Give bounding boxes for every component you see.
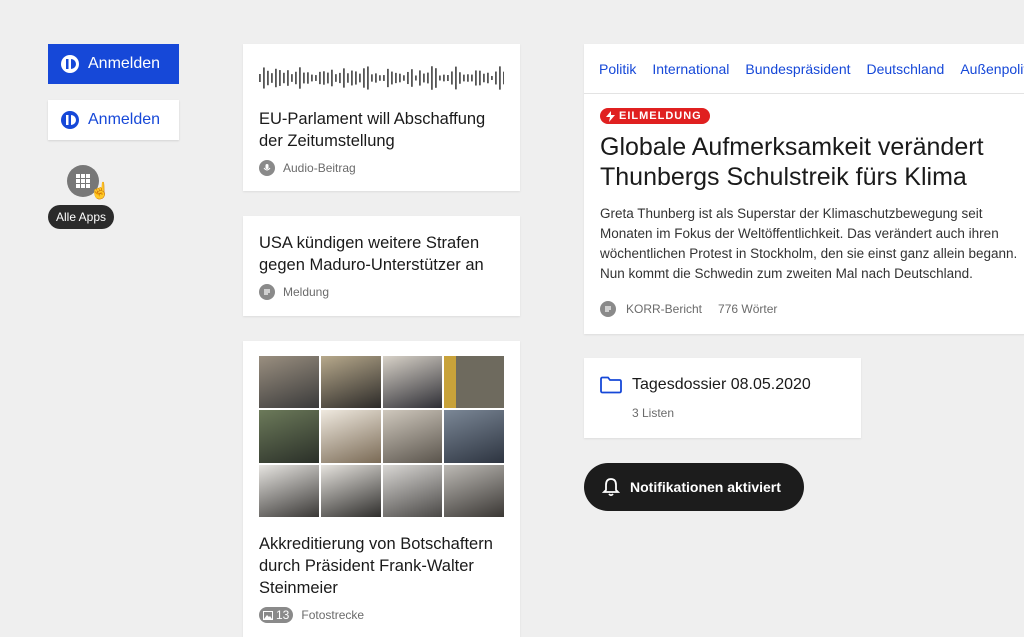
photo-count: 13 bbox=[276, 608, 290, 622]
topic-nav: Politik International Bundespräsident De… bbox=[584, 44, 1024, 94]
folder-icon bbox=[600, 376, 622, 394]
hand-cursor-icon: ☝ bbox=[90, 183, 110, 200]
grid-icon bbox=[76, 174, 90, 188]
microphone-icon bbox=[259, 160, 275, 176]
nav-item-international[interactable]: International bbox=[652, 61, 729, 77]
dossier-list-count: 3 Listen bbox=[632, 406, 675, 420]
photo-gallery-card[interactable]: Akkreditierung von Botschaftern durch Pr… bbox=[243, 341, 520, 637]
audio-waveform bbox=[259, 66, 504, 90]
breaking-news-badge: EILMELDUNG bbox=[600, 108, 710, 124]
photo-card-meta: 13 Fotostrecke bbox=[259, 607, 364, 623]
login-button-outline[interactable]: Anmelden bbox=[48, 100, 179, 140]
document-icon bbox=[259, 284, 275, 300]
login-label: Anmelden bbox=[88, 111, 161, 128]
login-label: Anmelden bbox=[88, 55, 161, 72]
dossier-title: Tagesdossier 08.05.2020 bbox=[632, 376, 811, 393]
dpa-logo-icon bbox=[61, 111, 79, 129]
usa-card[interactable]: USA kündigen weitere Strafen gegen Madur… bbox=[243, 216, 520, 316]
usa-card-title: USA kündigen weitere Strafen gegen Madur… bbox=[259, 234, 484, 274]
main-article-type: KORR-Bericht bbox=[626, 302, 703, 316]
nav-item-politik[interactable]: Politik bbox=[599, 61, 636, 77]
image-icon bbox=[263, 610, 273, 620]
audio-card[interactable]: EU-Parlament will Abschaffung der Zeitum… bbox=[243, 44, 520, 191]
main-article-title: Globale Aufmerksamkeit verändert Thunber… bbox=[600, 133, 984, 191]
audio-card-meta: Audio-Beitrag bbox=[259, 160, 356, 176]
nav-item-deutschland[interactable]: Deutschland bbox=[867, 61, 945, 77]
login-button-filled[interactable]: Anmelden bbox=[48, 44, 179, 84]
photo-collage bbox=[259, 356, 504, 517]
toast-label: Notifikationen aktiviert bbox=[630, 479, 781, 495]
photo-card-title: Akkreditierung von Botschaftern durch Pr… bbox=[259, 535, 493, 597]
audio-card-type: Audio-Beitrag bbox=[283, 161, 356, 175]
dossier-card[interactable]: Tagesdossier 08.05.2020 3 Listen bbox=[584, 358, 861, 438]
document-icon bbox=[600, 301, 616, 317]
main-article-wordcount: 776 Wörter bbox=[718, 302, 778, 316]
nav-item-bundespraesident[interactable]: Bundespräsident bbox=[745, 61, 850, 77]
dpa-logo-icon bbox=[61, 55, 79, 73]
apps-tooltip: Alle Apps bbox=[48, 205, 115, 229]
main-article-teaser: Greta Thunberg ist als Superstar der Kli… bbox=[600, 206, 1018, 281]
usa-card-type: Meldung bbox=[283, 285, 330, 299]
lightning-icon bbox=[606, 110, 615, 122]
photo-card-type: Fotostrecke bbox=[301, 608, 365, 622]
nav-item-aussenpolitik[interactable]: Außenpolitik bbox=[960, 61, 1024, 77]
main-article-card[interactable]: Politik International Bundespräsident De… bbox=[584, 44, 1024, 334]
main-article-meta: KORR-Bericht 776 Wörter bbox=[600, 301, 777, 317]
breaking-label: EILMELDUNG bbox=[619, 110, 702, 122]
usa-card-meta: Meldung bbox=[259, 284, 329, 300]
dossier-header: Tagesdossier 08.05.2020 bbox=[600, 376, 811, 394]
bell-icon bbox=[602, 478, 620, 497]
notification-toast[interactable]: Notifikationen aktiviert bbox=[584, 463, 804, 511]
audio-card-title: EU-Parlament will Abschaffung der Zeitum… bbox=[259, 110, 486, 150]
photo-count-badge: 13 bbox=[259, 607, 294, 623]
